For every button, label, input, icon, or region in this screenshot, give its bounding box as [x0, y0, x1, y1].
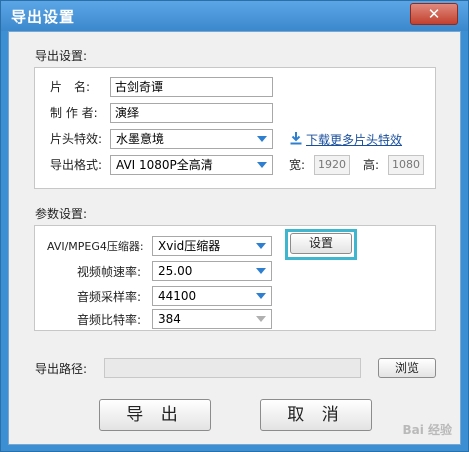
params-settings-group: AVI/MPEG4压缩器: Xvid压缩器 设置 视频帧速率: 25.00 音频…: [34, 225, 436, 331]
intro-effect-label: 片头特效:: [50, 132, 103, 146]
height-label: 高:: [363, 158, 380, 172]
bitrate-label: 音频比特率:: [77, 313, 142, 327]
height-input: 1080: [388, 155, 424, 175]
author-label: 制 作 者:: [50, 106, 98, 120]
width-label: 宽:: [289, 158, 306, 172]
dialog-body: 导出设置: 片 名: 古剑奇谭 制 作 者: 演绎 片头特效: 水墨意境 下载更…: [8, 31, 461, 445]
path-label: 导出路径:: [35, 362, 88, 376]
author-input[interactable]: 演绎: [110, 103, 273, 123]
close-icon: ✕: [427, 5, 441, 23]
bitrate-dropdown[interactable]: 384: [152, 309, 272, 329]
browse-button[interactable]: 浏览: [378, 358, 436, 378]
export-button[interactable]: 导 出: [99, 399, 211, 431]
export-section-label: 导出设置:: [35, 49, 88, 63]
chevron-down-icon: [256, 293, 266, 299]
download-icon[interactable]: [289, 131, 303, 145]
window-title: 导出设置: [11, 8, 76, 26]
close-button[interactable]: ✕: [410, 3, 458, 25]
width-input: 1920: [314, 155, 350, 175]
samplerate-value: 44100: [158, 289, 197, 303]
format-label: 导出格式:: [50, 158, 103, 172]
params-section-label: 参数设置:: [35, 207, 88, 221]
chevron-down-icon: [257, 162, 267, 168]
export-path-input[interactable]: [104, 358, 361, 378]
export-settings-window: 导出设置 ✕ 导出设置: 片 名: 古剑奇谭 制 作 者: 演绎 片头特效: 水…: [0, 0, 469, 452]
chevron-down-icon: [256, 316, 266, 322]
download-more-effects-link[interactable]: 下载更多片头特效: [306, 131, 402, 148]
intro-effect-dropdown[interactable]: 水墨意境: [110, 129, 273, 149]
framerate-label: 视频帧速率:: [77, 265, 142, 279]
format-value: AVI 1080P全高清: [116, 158, 213, 172]
samplerate-label: 音频采样率:: [77, 290, 142, 304]
cancel-button[interactable]: 取 消: [260, 399, 372, 431]
chevron-down-icon: [257, 136, 267, 142]
title-label: 片 名:: [50, 80, 91, 94]
compressor-value: Xvid压缩器: [158, 239, 221, 253]
intro-effect-value: 水墨意境: [116, 132, 165, 146]
format-dropdown[interactable]: AVI 1080P全高清: [110, 155, 273, 175]
framerate-dropdown[interactable]: 25.00: [152, 261, 272, 281]
samplerate-dropdown[interactable]: 44100: [152, 286, 272, 306]
chevron-down-icon: [256, 268, 266, 274]
export-settings-group: 片 名: 古剑奇谭 制 作 者: 演绎 片头特效: 水墨意境 下载更多片头特效 …: [34, 67, 436, 189]
framerate-value: 25.00: [158, 264, 193, 278]
compressor-dropdown[interactable]: Xvid压缩器: [152, 236, 272, 256]
watermark-logo: Bai 经验: [402, 423, 452, 437]
title-input[interactable]: 古剑奇谭: [110, 77, 273, 97]
compressor-settings-button[interactable]: 设置: [290, 233, 352, 254]
chevron-down-icon: [256, 243, 266, 249]
bitrate-value: 384: [158, 312, 181, 326]
compressor-label: AVI/MPEG4压缩器:: [47, 240, 144, 253]
title-bar[interactable]: 导出设置 ✕: [1, 1, 468, 31]
